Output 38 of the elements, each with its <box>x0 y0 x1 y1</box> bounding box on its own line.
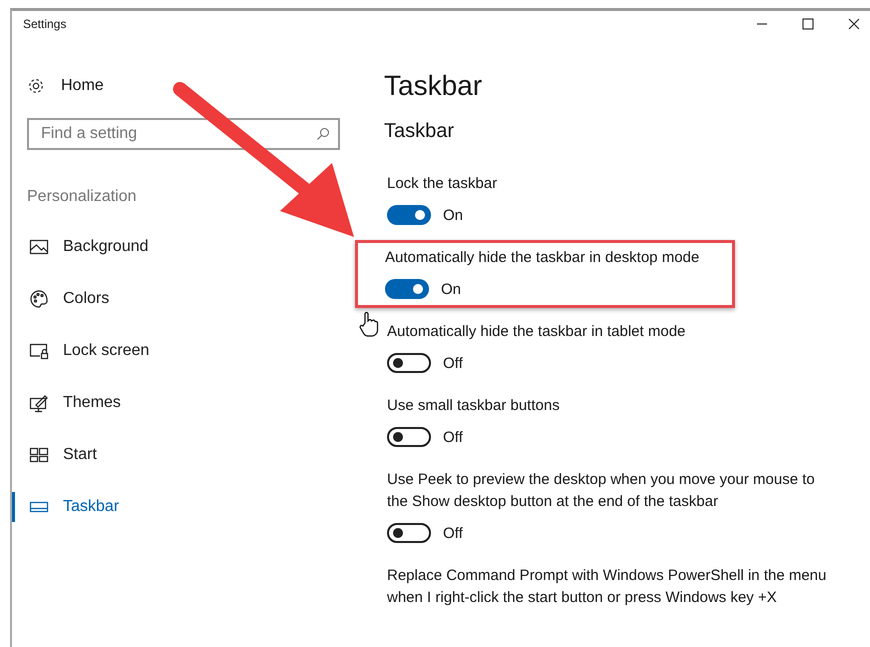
toggle-switch[interactable] <box>387 427 431 447</box>
home-item[interactable]: Home <box>27 68 104 104</box>
search-field[interactable]: Find a setting <box>27 118 340 150</box>
close-icon[interactable] <box>848 18 860 30</box>
section-title: Taskbar <box>384 120 456 144</box>
lock-icon <box>29 341 49 361</box>
gear-icon <box>27 77 45 95</box>
setting-label: Use Peek to preview the desktop when you move your mouse to the Show desktop button at the end of the taskbar <box>387 470 816 512</box>
tiles-icon <box>29 445 49 465</box>
section-heading: Personalization <box>27 188 136 207</box>
nav-item[interactable]: Lock screen <box>12 336 156 366</box>
toggle-switch[interactable] <box>387 353 431 373</box>
toggle-switch[interactable] <box>387 205 431 225</box>
palette-icon <box>29 289 49 309</box>
setting-label: Lock the taskbar <box>387 174 498 194</box>
toggle-state: On <box>441 280 462 298</box>
toggle-switch[interactable] <box>387 523 431 543</box>
brush-icon <box>29 393 49 413</box>
toggle-state: Off <box>443 354 463 372</box>
window-title: Settings <box>23 17 66 31</box>
setting-label: Replace Command Prompt with Windows PowerShell in the menu when I right-click the start button or press Windows key +X <box>387 566 828 608</box>
toggle-state: Off <box>443 524 463 542</box>
hand-cursor-icon <box>359 311 379 337</box>
nav-item[interactable]: Themes <box>12 388 127 418</box>
nav-item[interactable]: Colors <box>12 284 116 314</box>
picture-icon <box>29 237 49 257</box>
setting-label: Automatically hide the taskbar in desktop mode <box>385 248 700 268</box>
nav-item[interactable]: Start <box>12 440 103 470</box>
maximize-icon[interactable] <box>802 18 814 30</box>
setting-label: Automatically hide the taskbar in tablet mode <box>387 322 686 342</box>
toggle-switch[interactable] <box>385 279 429 299</box>
toggle-state: On <box>443 206 464 224</box>
toggle-state: Off <box>443 428 463 446</box>
nav-item[interactable]: Background <box>12 232 154 262</box>
page-title: Taskbar <box>384 70 484 103</box>
setting-label: Use small taskbar buttons <box>387 396 561 416</box>
search-icon <box>316 127 330 141</box>
nav-item[interactable]: Taskbar <box>12 492 126 522</box>
